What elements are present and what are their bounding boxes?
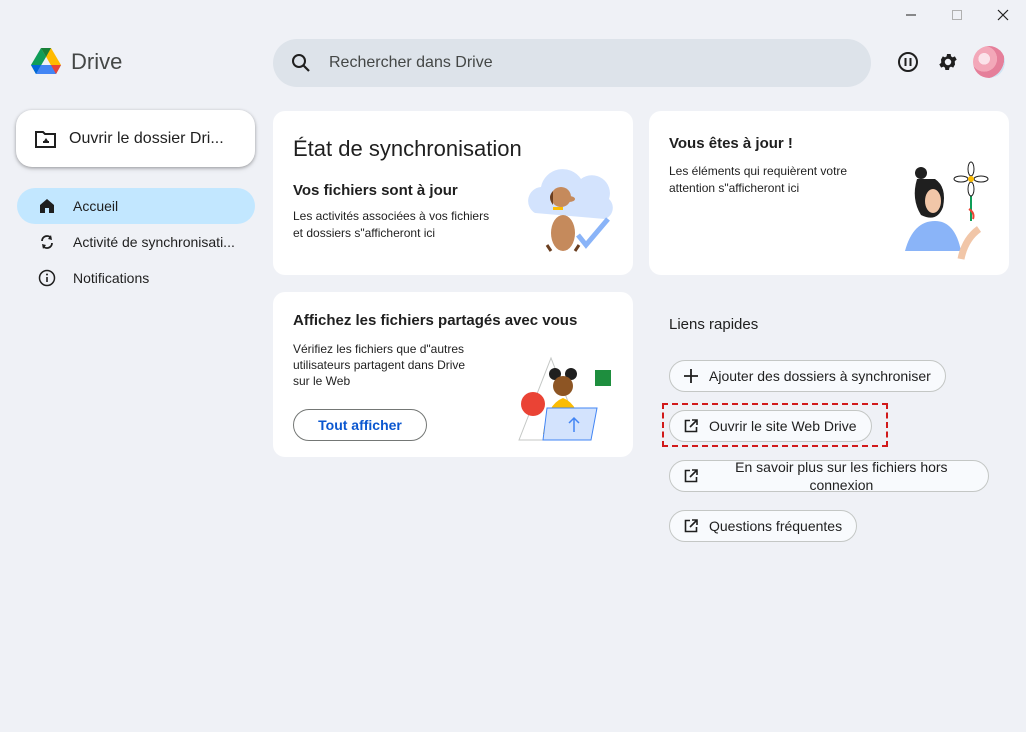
add-folders-link[interactable]: Ajouter des dossiers à synchroniser [669,360,946,392]
plus-icon [683,368,699,384]
quick-links-title: Liens rapides [669,316,759,333]
shared-files-text-3: sur le Web [293,374,351,388]
up-to-date-title: Vous êtes à jour ! [669,135,793,152]
home-icon [37,196,57,216]
open-folder-label: Ouvrir le dossier Dri... [69,129,224,147]
dog-cloud-illustration-icon [528,169,613,252]
close-button[interactable] [980,0,1026,30]
app-logo: Drive [31,48,122,75]
folder-drive-icon [35,130,56,148]
settings-button[interactable] [930,44,966,80]
quick-link-label: Ouvrir le site Web Drive [709,418,857,434]
maximize-icon [952,10,962,20]
show-all-button[interactable]: Tout afficher [293,409,427,441]
minimize-icon [906,14,916,16]
open-drive-folder-button[interactable]: Ouvrir le dossier Dri... [16,110,255,167]
sidebar-item-sync-activity[interactable]: Activité de synchronisati... [17,224,255,260]
quick-link-label: En savoir plus sur les fichiers hors con… [735,459,948,493]
quick-link-label: Ajouter des dossiers à synchroniser [709,368,931,384]
close-icon [997,9,1009,21]
search-input[interactable] [329,54,829,72]
shared-files-card: Affichez les fichiers partagés avec vous… [273,292,633,457]
faq-link[interactable]: Questions fréquentes [669,510,858,542]
search-bar[interactable] [273,39,871,87]
pause-sync-button[interactable] [890,44,926,80]
up-to-date-text-1: Les éléments qui requièrent votre [669,164,848,178]
search-icon [273,53,329,73]
shared-files-text-2: utilisateurs partagent dans Drive [293,358,466,372]
sync-status-text-2: et dossiers s"afficheront ici [293,226,436,240]
shared-files-title: Affichez les fichiers partagés avec vous [293,312,578,329]
open-external-icon [683,418,699,434]
info-icon [37,268,57,288]
avatar[interactable] [973,46,1005,78]
open-external-icon [683,518,699,534]
sync-status-card: État de synchronisation Vos fichiers son… [273,111,633,275]
sync-status-subtitle: Vos fichiers sont à jour [293,182,458,199]
maximize-button[interactable] [934,0,980,30]
sidebar-item-home[interactable]: Accueil [17,188,255,224]
quick-link-label: Questions fréquentes [709,518,843,534]
shared-files-text-1: Vérifiez les fichiers que d"autres [293,342,465,356]
shared-files-illustration-icon [518,356,611,441]
offline-files-info-link[interactable]: En savoir plus sur les fichiers hors con… [669,459,989,493]
up-to-date-card: Vous êtes à jour ! Les éléments qui requ… [649,111,1009,275]
app-title: Drive [71,48,123,74]
sync-status-title: État de synchronisation [293,136,522,161]
open-external-icon [683,468,699,484]
minimize-button[interactable] [888,0,934,30]
sidebar-item-notifications[interactable]: Notifications [17,260,255,296]
sidebar-item-label: Activité de synchronisati... [73,234,235,250]
sidebar-item-label: Notifications [73,270,150,286]
sync-icon [37,232,57,252]
top-right-actions [890,44,1005,80]
gear-icon [939,54,957,70]
sidebar-item-label: Accueil [73,198,119,214]
drive-logo-icon [31,48,61,74]
up-to-date-text-2: attention s"afficheront ici [669,181,800,195]
sidebar-nav: Accueil Activité de synchronisati... Not… [17,188,255,296]
sync-status-text-1: Les activités associées à vos fichiers [293,209,490,223]
woman-flower-illustration-icon [905,161,989,260]
pause-icon [898,52,918,72]
open-drive-website-link[interactable]: Ouvrir le site Web Drive [669,410,872,442]
window-controls [888,0,1026,30]
